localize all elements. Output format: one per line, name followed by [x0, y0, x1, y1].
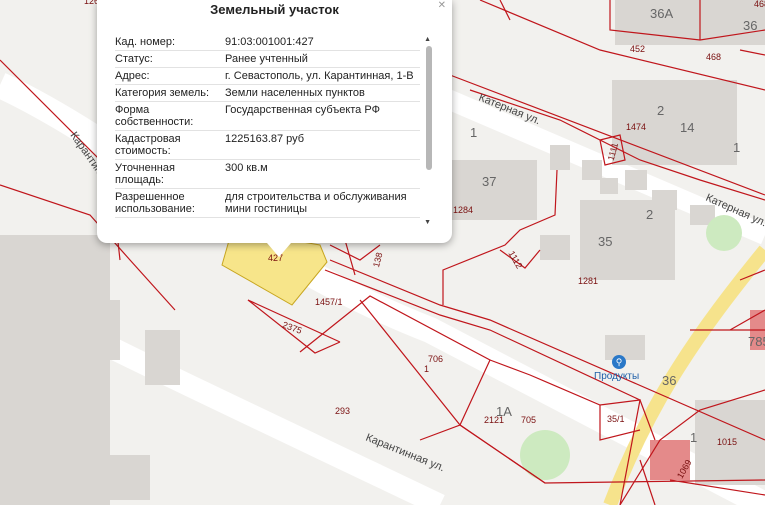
info-row: Категория земель: Земли населенных пункто… — [115, 85, 420, 102]
building-label: 35 — [598, 234, 612, 249]
parcel-label: 705 — [521, 415, 536, 425]
info-row: Кадастровая стоимость: 1225163.87 руб — [115, 131, 420, 160]
building-label: 37 — [482, 174, 496, 189]
info-key: Уточненная площадь: — [115, 162, 175, 186]
info-value: 300 кв.м — [225, 162, 268, 174]
info-key: Статус: — [115, 53, 153, 65]
info-row: Форма собственности: Государственная субъ… — [115, 102, 420, 131]
parcel-label: 1474 — [626, 122, 646, 132]
parcel-label: 1284 — [453, 205, 473, 215]
scroll-down-icon[interactable]: ▼ — [424, 219, 431, 226]
info-value: Ранее учтенный — [225, 53, 308, 65]
building-label: 1 — [733, 140, 740, 155]
building-label: 1 — [470, 125, 477, 140]
info-table: Кад. номер: 91:03:001001:427 Статус: Ранее… — [115, 34, 420, 218]
info-value: Земли населенных пунктов — [225, 87, 365, 99]
parcel-label: 452 — [630, 44, 645, 54]
close-icon[interactable]: ✕ — [438, 0, 446, 11]
info-row: Разрешенное использование: для строительс… — [115, 189, 420, 218]
info-key: Кадастровая стоимость: — [115, 133, 181, 157]
info-value: г. Севастополь, ул. Карантинная, 1-В — [225, 70, 414, 82]
parcel-label: 706 — [428, 354, 443, 364]
building-label: 2 — [646, 207, 653, 222]
parcel-label: 2375 — [281, 320, 303, 336]
building-label: 36 — [662, 373, 676, 388]
info-key: Форма собственности: — [115, 104, 194, 128]
parcel-label: 1015 — [717, 437, 737, 447]
poi-label: Продукты — [594, 371, 640, 382]
info-value: 91:03:001001:427 — [225, 36, 314, 48]
scrollbar-thumb[interactable] — [426, 46, 432, 170]
building-label: 785 — [748, 334, 765, 349]
parcel-label: 1457/1 — [315, 297, 343, 307]
parcel-label: 138 — [371, 251, 385, 268]
info-key: Категория земель: — [115, 87, 210, 99]
building-label: 36А — [650, 6, 673, 21]
parcel-label: 468 — [706, 52, 721, 62]
info-row: Статус: Ранее учтенный — [115, 51, 420, 68]
parcel-label: 1 — [424, 364, 429, 374]
parcel-label: 1112 — [506, 249, 524, 270]
parcel-label: 1281 — [578, 276, 598, 286]
info-value: 1225163.87 руб — [225, 133, 305, 145]
parcel-label: 468 — [754, 0, 765, 9]
parcel-label: 293 — [335, 406, 350, 416]
info-key: Адрес: — [115, 70, 150, 82]
info-key: Кад. номер: — [115, 36, 176, 48]
scroll-up-icon[interactable]: ▲ — [424, 36, 431, 43]
info-row: Кад. номер: 91:03:001001:427 — [115, 34, 420, 51]
building-label: 1 — [690, 430, 697, 445]
building-label: 36 — [743, 18, 757, 33]
info-row: Адрес: г. Севастополь, ул. Карантинная, 1… — [115, 68, 420, 85]
parcel-info-popup: Земельный участок ✕ Кад. номер: 91:03:001… — [97, 0, 452, 257]
popup-title: Земельный участок — [210, 2, 339, 17]
shop-icon: ⚲ — [612, 355, 626, 369]
info-value: Государственная субъекта РФ — [225, 104, 380, 116]
info-key: Разрешенное использование: — [115, 191, 195, 215]
parcel-label: 35/1 — [607, 414, 625, 424]
info-value: для строительства и обслуживания мини го… — [225, 191, 407, 215]
info-row: Уточненная площадь: 300 кв.м — [115, 160, 420, 189]
building-label: 2 — [657, 103, 664, 118]
building-label: 14 — [680, 120, 694, 135]
building-label: 1А — [496, 404, 512, 419]
